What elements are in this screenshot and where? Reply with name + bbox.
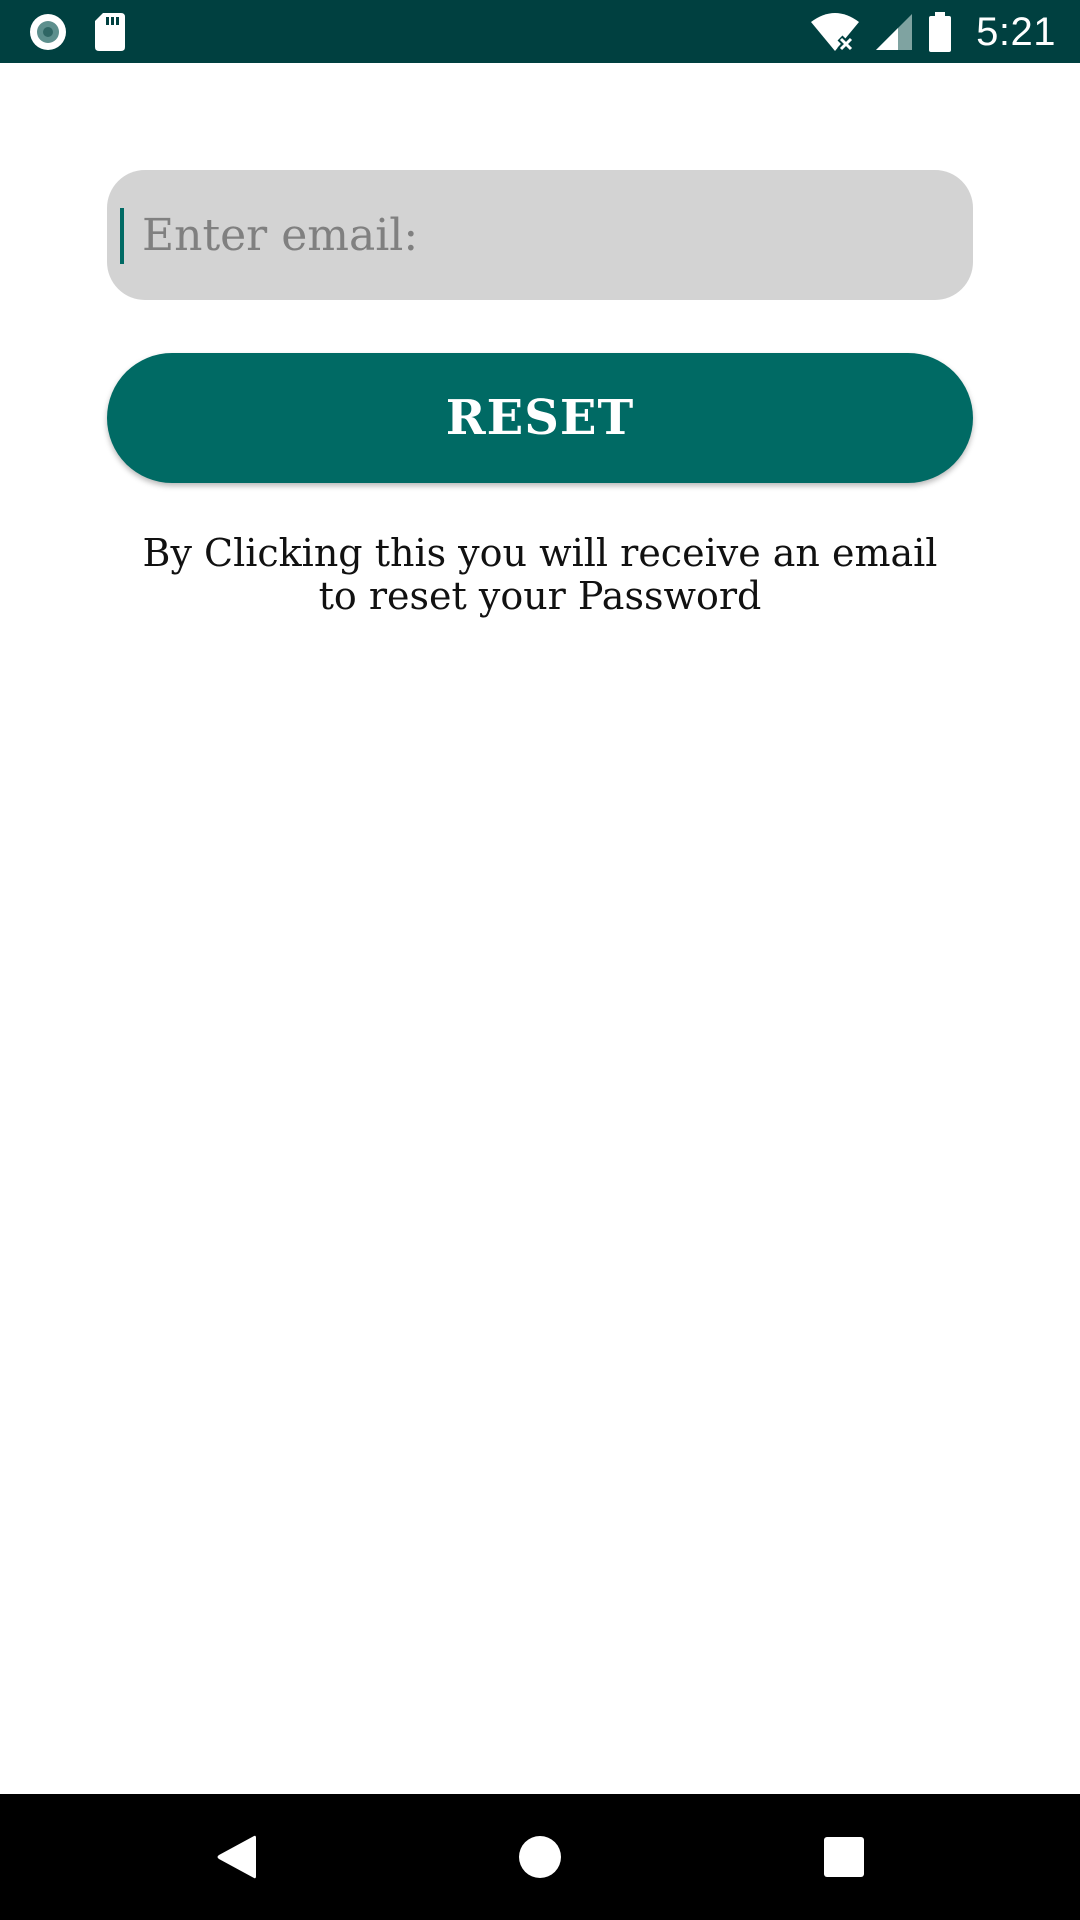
recents-icon	[823, 1836, 865, 1878]
record-icon	[28, 12, 68, 52]
home-icon	[518, 1835, 562, 1879]
back-icon	[215, 1833, 257, 1881]
battery-icon	[928, 12, 952, 52]
back-button[interactable]	[166, 1794, 306, 1920]
home-button[interactable]	[470, 1794, 610, 1920]
reset-button[interactable]: RESET	[107, 353, 973, 483]
status-time: 5:21	[976, 9, 1056, 54]
email-input[interactable]	[107, 170, 973, 300]
email-field[interactable]	[107, 170, 973, 300]
status-left-icons	[28, 12, 126, 52]
status-bar: 5:21	[0, 0, 1080, 63]
status-right-icons: 5:21	[810, 8, 1056, 56]
cell-signal-icon	[874, 12, 914, 52]
wifi-off-icon	[810, 12, 860, 52]
navigation-bar	[0, 1794, 1080, 1920]
text-cursor	[120, 208, 124, 264]
recents-button[interactable]	[774, 1794, 914, 1920]
sd-card-icon	[94, 13, 126, 51]
reset-info-text: By Clicking this you will receive an ema…	[142, 531, 938, 618]
